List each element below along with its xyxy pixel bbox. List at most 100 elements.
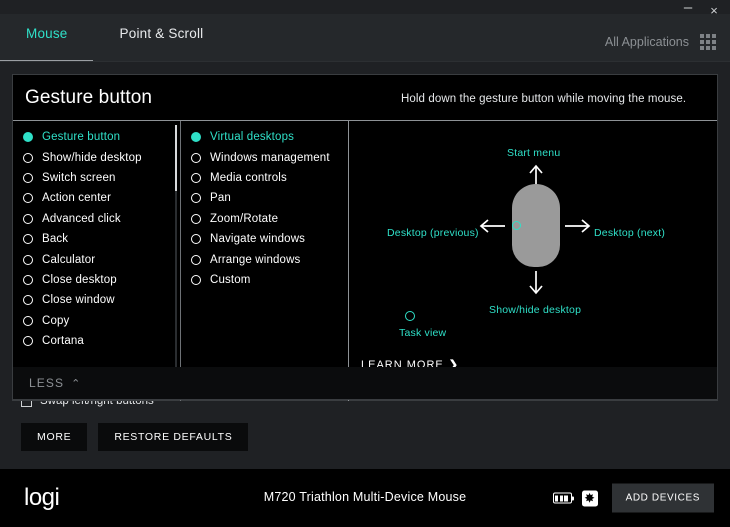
- radio-button-icon[interactable]: [191, 254, 201, 265]
- column-a-option-label: Close window: [42, 294, 115, 307]
- column-a-option[interactable]: Cortana: [13, 331, 180, 351]
- actions-list-scrollbar[interactable]: [175, 125, 177, 395]
- arrow-down-icon: [529, 271, 543, 295]
- column-a-option-label: Switch screen: [42, 171, 116, 184]
- column-a-option-label: Back: [42, 233, 69, 246]
- tab-list: Mouse Point & Scroll: [0, 14, 229, 55]
- column-b-option[interactable]: Pan: [181, 188, 348, 208]
- column-a-option-label: Action center: [42, 192, 112, 205]
- column-b-option-label: Pan: [210, 192, 231, 205]
- radio-button-icon[interactable]: [191, 152, 201, 163]
- column-a-option[interactable]: Back: [13, 229, 180, 249]
- gesture-preview-column: Start menu Desktop (previous) Desktop (n…: [348, 121, 717, 401]
- column-b-option[interactable]: Navigate windows: [181, 229, 348, 249]
- arrow-right-icon: [565, 219, 591, 233]
- tab-mouse[interactable]: Mouse: [0, 14, 94, 55]
- column-b-option[interactable]: Custom: [181, 270, 348, 290]
- actions-list-scroll-thumb[interactable]: [175, 125, 177, 191]
- column-a-option[interactable]: Switch screen: [13, 168, 180, 188]
- column-a-option[interactable]: Calculator: [13, 249, 180, 269]
- device-name-label: M720 Triathlon Multi-Device Mouse: [263, 490, 467, 504]
- gesture-button-panel: Gesture button Hold down the gesture but…: [12, 74, 718, 401]
- mouse-gesture-diagram: Start menu Desktop (previous) Desktop (n…: [349, 121, 717, 401]
- logitech-options-window: – × Mouse Point & Scroll All Application…: [0, 0, 730, 527]
- column-a-option-label: Advanced click: [42, 212, 121, 225]
- label-wheel-action: Task view: [399, 327, 447, 339]
- radio-button-icon[interactable]: [191, 213, 201, 224]
- arrow-left-icon: [479, 219, 505, 233]
- mouse-wheel-icon: [512, 221, 521, 230]
- tab-bar: Mouse Point & Scroll All Applications: [0, 14, 730, 62]
- column-a-option-label: Close desktop: [42, 273, 117, 286]
- radio-button-icon[interactable]: [23, 336, 33, 347]
- radio-button-icon[interactable]: [23, 213, 33, 224]
- radio-button-icon[interactable]: [23, 132, 33, 143]
- radio-button-icon[interactable]: [191, 132, 201, 143]
- column-a-option[interactable]: Gesture button: [13, 127, 180, 147]
- tab-point-and-scroll[interactable]: Point & Scroll: [94, 14, 230, 55]
- all-applications-label: All Applications: [604, 35, 689, 49]
- radio-button-icon[interactable]: [23, 234, 33, 245]
- tabbar-divider: [0, 61, 730, 62]
- column-a-option-label: Gesture button: [42, 131, 121, 144]
- restore-defaults-button[interactable]: RESTORE DEFAULTS: [98, 423, 249, 451]
- column-b-option[interactable]: Windows management: [181, 147, 348, 167]
- chevron-up-icon: ⌃: [71, 377, 81, 390]
- gestures-list-column[interactable]: Virtual desktops Windows management Media …: [181, 121, 348, 401]
- column-b-option[interactable]: Zoom/Rotate: [181, 209, 348, 229]
- label-down-action: Show/hide desktop: [489, 304, 582, 316]
- column-b-option[interactable]: Media controls: [181, 168, 348, 188]
- column-a-option[interactable]: Copy: [13, 311, 180, 331]
- column-b-option-label: Media controls: [210, 171, 287, 184]
- task-view-dot-icon: [405, 311, 415, 321]
- grid-apps-icon[interactable]: [700, 34, 716, 50]
- column-b-option-label: Virtual desktops: [210, 131, 295, 144]
- column-a-option-label: Show/hide desktop: [42, 151, 142, 164]
- radio-button-icon[interactable]: [191, 193, 201, 204]
- radio-button-icon[interactable]: [23, 193, 33, 204]
- less-label: LESS: [29, 376, 65, 390]
- label-right-action: Desktop (next): [594, 227, 666, 239]
- add-devices-button[interactable]: ADD DEVICES: [611, 483, 714, 513]
- column-a-option[interactable]: Advanced click: [13, 209, 180, 229]
- radio-button-icon[interactable]: [23, 315, 33, 326]
- column-b-option[interactable]: Virtual desktops: [181, 127, 348, 147]
- radio-button-icon[interactable]: [23, 152, 33, 163]
- page-title: Gesture button: [25, 87, 153, 108]
- all-applications-button[interactable]: All Applications: [605, 34, 716, 50]
- panel-body: Gesture button Show/hide desktop Switch sc…: [13, 121, 717, 401]
- panel-hint-text: Hold down the gesture button while movin…: [401, 93, 687, 105]
- column-a-option-label: Cortana: [42, 335, 84, 348]
- column-a-option-label: Copy: [42, 314, 70, 327]
- tab-mouse-label: Mouse: [26, 26, 68, 41]
- column-b-option-label: Arrange windows: [210, 253, 301, 266]
- radio-button-icon[interactable]: [23, 254, 33, 265]
- logi-logo: logi: [24, 484, 60, 511]
- gestures-list: Virtual desktops Windows management Media …: [181, 127, 348, 290]
- radio-button-icon[interactable]: [23, 172, 33, 183]
- footer-right-group: ✸ ADD DEVICES: [552, 483, 714, 513]
- radio-button-icon[interactable]: [191, 274, 201, 285]
- radio-button-icon[interactable]: [23, 274, 33, 285]
- label-left-action: Desktop (previous): [387, 227, 479, 239]
- more-button[interactable]: MORE: [21, 423, 88, 451]
- column-a-option[interactable]: Action center: [13, 188, 180, 208]
- radio-button-icon[interactable]: [191, 172, 201, 183]
- column-a-option[interactable]: Close window: [13, 290, 180, 310]
- column-a-option-label: Calculator: [42, 253, 96, 266]
- battery-icon[interactable]: [552, 492, 574, 504]
- unifying-receiver-icon[interactable]: ✸: [581, 490, 598, 506]
- action-buttons: MORE RESTORE DEFAULTS: [21, 423, 249, 451]
- footer-bar: logi M720 Triathlon Multi-Device Mouse ✸…: [0, 469, 730, 527]
- column-b-option-label: Zoom/Rotate: [210, 212, 279, 225]
- actions-list-column[interactable]: Gesture button Show/hide desktop Switch sc…: [13, 121, 181, 401]
- column-b-option-label: Windows management: [210, 151, 330, 164]
- tab-point-and-scroll-label: Point & Scroll: [119, 26, 204, 41]
- radio-button-icon[interactable]: [191, 234, 201, 245]
- column-b-option-label: Custom: [210, 273, 251, 286]
- column-a-option[interactable]: Close desktop: [13, 270, 180, 290]
- column-a-option[interactable]: Show/hide desktop: [13, 147, 180, 167]
- column-b-option[interactable]: Arrange windows: [181, 249, 348, 269]
- radio-button-icon[interactable]: [23, 295, 33, 306]
- less-toggle-button[interactable]: LESS ⌃: [12, 367, 718, 400]
